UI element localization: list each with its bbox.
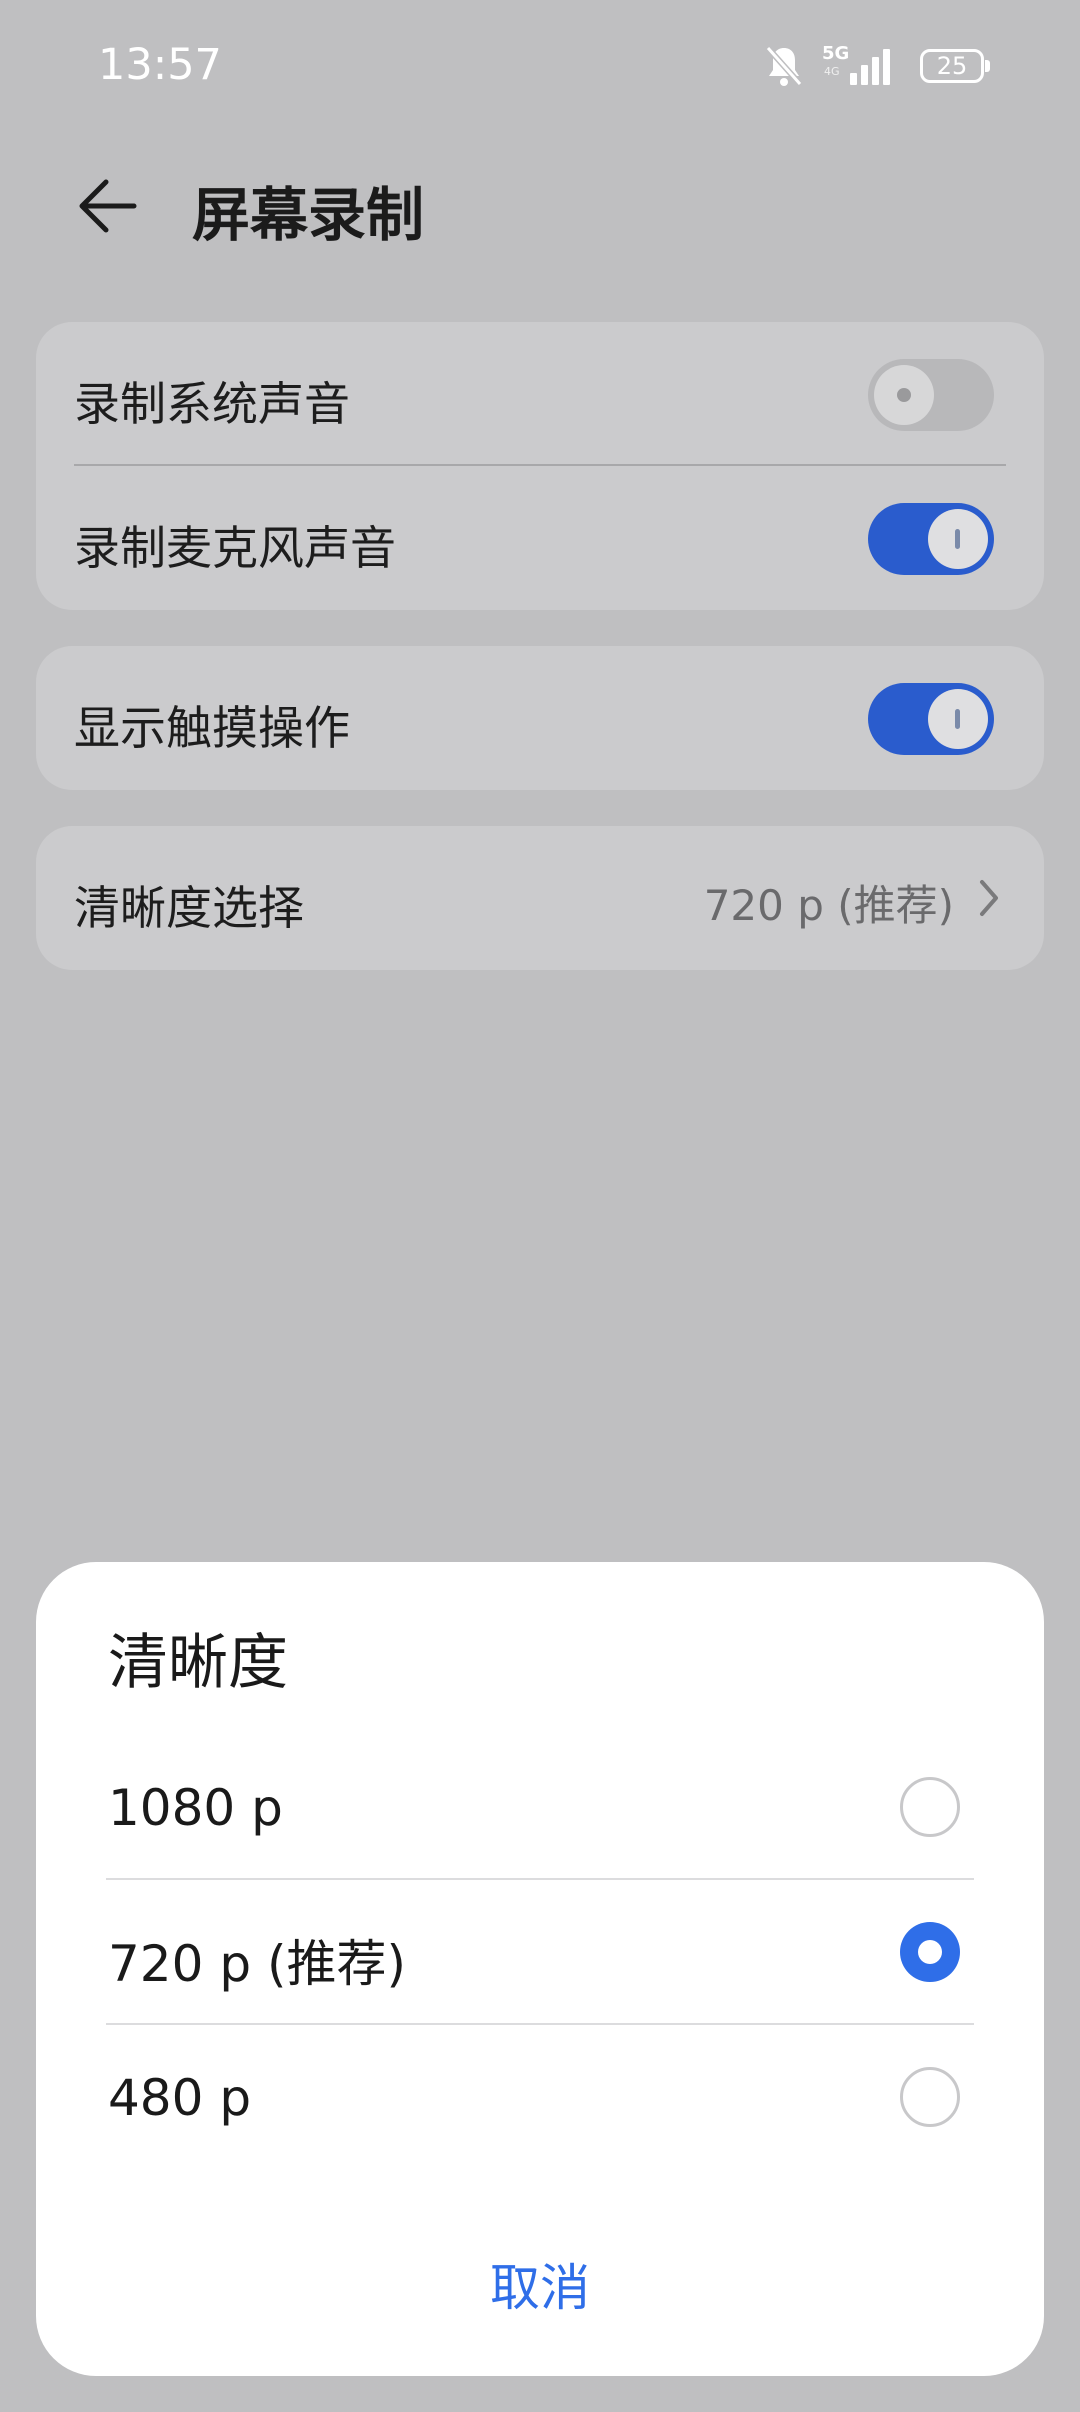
- show-touches-label: 显示触摸操作: [74, 701, 350, 755]
- signal-bars-icon: 5G 4G: [822, 43, 902, 89]
- record-system-audio-label: 录制系统声音: [74, 377, 350, 431]
- option-label: 480 p: [108, 2069, 252, 2127]
- network-sub-label: 4G: [824, 65, 840, 78]
- battery-level: 25: [936, 52, 968, 80]
- resolution-value: 720 p (推荐): [703, 881, 954, 930]
- status-icons: 5G 4G 25: [764, 42, 990, 90]
- chevron-right-icon: [980, 880, 998, 916]
- option-label: 1080 p: [108, 1779, 283, 1837]
- option-1080p[interactable]: 1080 p: [36, 1735, 1044, 1880]
- resolution-row[interactable]: 清晰度选择 720 p (推荐): [36, 826, 1044, 970]
- arrow-left-icon[interactable]: [72, 170, 144, 242]
- record-mic-audio-toggle[interactable]: [868, 503, 994, 575]
- option-720p[interactable]: 720 p (推荐): [36, 1880, 1044, 2025]
- resolution-label: 清晰度选择: [74, 881, 304, 935]
- record-system-audio-row[interactable]: 录制系统声音: [36, 322, 1044, 466]
- record-system-audio-toggle[interactable]: [868, 359, 994, 431]
- cancel-button[interactable]: 取消: [36, 2248, 1044, 2320]
- option-480p[interactable]: 480 p: [36, 2025, 1044, 2170]
- resolution-card: 清晰度选择 720 p (推荐): [36, 826, 1044, 970]
- status-time: 13:57: [98, 40, 222, 90]
- status-bar: 13:57 5G 4G 25: [0, 0, 1080, 130]
- touch-settings-card: 显示触摸操作: [36, 646, 1044, 790]
- resolution-dialog: 清晰度 1080 p 720 p (推荐) 480 p 取消: [36, 1562, 1044, 2376]
- page-header: 屏幕录制: [0, 150, 1080, 260]
- network-type-label: 5G: [822, 43, 850, 64]
- dialog-title: 清晰度: [108, 1628, 288, 1698]
- page-title: 屏幕录制: [192, 181, 425, 249]
- record-mic-audio-row[interactable]: 录制麦克风声音: [36, 466, 1044, 610]
- battery-icon: 25: [920, 49, 990, 83]
- show-touches-toggle[interactable]: [868, 683, 994, 755]
- radio-button-selected[interactable]: [900, 1922, 960, 1982]
- audio-settings-card: 录制系统声音 录制麦克风声音: [36, 322, 1044, 610]
- option-label: 720 p (推荐): [108, 1935, 406, 1993]
- bell-muted-icon: [765, 46, 803, 86]
- show-touches-row[interactable]: 显示触摸操作: [36, 646, 1044, 790]
- radio-button[interactable]: [900, 1777, 960, 1837]
- radio-button[interactable]: [900, 2067, 960, 2127]
- record-mic-audio-label: 录制麦克风声音: [74, 521, 396, 575]
